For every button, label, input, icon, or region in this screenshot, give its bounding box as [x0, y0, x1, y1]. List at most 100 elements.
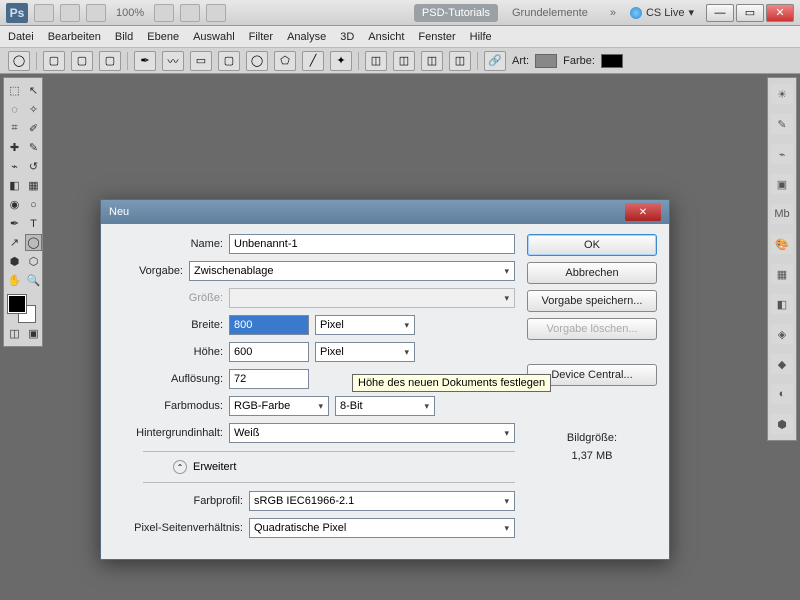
dodge-tool[interactable]: ○	[25, 196, 42, 213]
marquee-tool[interactable]: ⬚	[6, 82, 23, 99]
minimize-button[interactable]: —	[706, 4, 734, 22]
eraser-tool[interactable]: ◧	[6, 177, 23, 194]
channels-panel-icon[interactable]: ◆	[771, 354, 793, 374]
width-input[interactable]: 800	[229, 315, 309, 335]
clone-icon[interactable]: ⌁	[771, 144, 793, 164]
move-tool[interactable]: ↖	[25, 82, 42, 99]
color-swatches[interactable]	[6, 293, 40, 321]
style-link-icon[interactable]: 🔗	[484, 51, 506, 71]
view-extras-icon[interactable]	[86, 4, 106, 22]
3d-panel-icon[interactable]: ⬢	[771, 414, 793, 434]
par-dropdown[interactable]: Quadratische Pixel	[249, 518, 515, 538]
ellipse-icon[interactable]: ◯	[246, 51, 268, 71]
menu-ansicht[interactable]: Ansicht	[368, 31, 404, 43]
adjustments-icon[interactable]: ☀	[771, 84, 793, 104]
colormode-dropdown[interactable]: RGB-Farbe	[229, 396, 329, 416]
paths-icon[interactable]: ▢	[71, 51, 93, 71]
menu-hilfe[interactable]: Hilfe	[470, 31, 492, 43]
profile-dropdown[interactable]: sRGB IEC61966-2.1	[249, 491, 515, 511]
dialog-titlebar[interactable]: Neu ✕	[101, 200, 669, 224]
screenmode-icon[interactable]	[206, 4, 226, 22]
workspace-tab[interactable]: Grundelemente	[504, 4, 596, 22]
more-icon[interactable]: »	[602, 4, 624, 22]
zoom-level[interactable]: 100%	[112, 7, 148, 19]
styles-panel-icon[interactable]: ◧	[771, 294, 793, 314]
color-panel-icon[interactable]: 🎨	[771, 234, 793, 254]
crop-tool[interactable]: ⌗	[6, 120, 23, 137]
save-preset-button[interactable]: Vorgabe speichern...	[527, 290, 657, 312]
brush-tool[interactable]: ✎	[25, 139, 42, 156]
3d-tool[interactable]: ⬢	[6, 253, 23, 270]
right-dock: ☀ ✎ ⌁ ▣ Mb 🎨 ▦ ◧ ◈ ◆ ◐ ⬢	[767, 77, 797, 441]
shape-tool[interactable]: ◯	[25, 234, 42, 251]
type-tool[interactable]: T	[25, 215, 42, 232]
arrange-icon[interactable]	[180, 4, 200, 22]
bgcontent-dropdown[interactable]: Weiß	[229, 423, 515, 443]
combine2-icon[interactable]: ◫	[393, 51, 415, 71]
stamp-tool[interactable]: ⌁	[6, 158, 23, 175]
workspace-tab-active[interactable]: PSD-Tutorials	[414, 4, 498, 22]
height-input[interactable]: 600	[229, 342, 309, 362]
combine3-icon[interactable]: ◫	[421, 51, 443, 71]
swatches-panel-icon[interactable]: ▦	[771, 264, 793, 284]
ok-button[interactable]: OK	[527, 234, 657, 256]
combine4-icon[interactable]: ◫	[449, 51, 471, 71]
pen-tool[interactable]: ✒	[6, 215, 23, 232]
rect-icon[interactable]: ▭	[190, 51, 212, 71]
preset-dropdown[interactable]: Zwischenablage	[189, 261, 515, 281]
maximize-button[interactable]: ▭	[736, 4, 764, 22]
close-button[interactable]: ✕	[766, 4, 794, 22]
minibridge-icon[interactable]	[60, 4, 80, 22]
eyedropper-tool[interactable]: ✐	[25, 120, 42, 137]
gradient-tool[interactable]: ▦	[25, 177, 42, 194]
heal-tool[interactable]: ✚	[6, 139, 23, 156]
bridge-icon[interactable]	[34, 4, 54, 22]
menu-bearbeiten[interactable]: Bearbeiten	[48, 31, 101, 43]
bitdepth-dropdown[interactable]: 8-Bit	[335, 396, 435, 416]
shapelayer-icon[interactable]: ▢	[43, 51, 65, 71]
cancel-button[interactable]: Abbrechen	[527, 262, 657, 284]
menu-analyse[interactable]: Analyse	[287, 31, 326, 43]
style-swatch[interactable]	[535, 54, 557, 68]
pen-icon[interactable]: ✒	[134, 51, 156, 71]
minibridge-panel-icon[interactable]: Mb	[771, 204, 793, 224]
line-icon[interactable]: ╱	[302, 51, 324, 71]
masks-icon[interactable]: ▣	[771, 174, 793, 194]
screenmode-tool[interactable]: ▣	[25, 325, 42, 342]
wand-tool[interactable]: ✧	[25, 101, 42, 118]
roundrect-icon[interactable]: ▢	[218, 51, 240, 71]
fillpx-icon[interactable]: ▢	[99, 51, 121, 71]
shape-ellipse-icon[interactable]: ◯	[8, 51, 30, 71]
blur-tool[interactable]: ◉	[6, 196, 23, 213]
3dcam-tool[interactable]: ⬡	[25, 253, 42, 270]
menu-filter[interactable]: Filter	[249, 31, 273, 43]
zoom-tool[interactable]: 🔍	[25, 272, 42, 289]
hand-tool[interactable]: ✋	[6, 272, 23, 289]
height-unit-dropdown[interactable]: Pixel	[315, 342, 415, 362]
path-tool[interactable]: ↗	[6, 234, 23, 251]
lasso-tool[interactable]: ◌	[6, 101, 23, 118]
polygon-icon[interactable]: ⬠	[274, 51, 296, 71]
name-input[interactable]: Unbenannt-1	[229, 234, 515, 254]
menu-fenster[interactable]: Fenster	[418, 31, 455, 43]
width-unit-dropdown[interactable]: Pixel	[315, 315, 415, 335]
menu-datei[interactable]: Datei	[8, 31, 34, 43]
layers-panel-icon[interactable]: ◈	[771, 324, 793, 344]
resolution-input[interactable]: 72	[229, 369, 309, 389]
combine1-icon[interactable]: ◫	[365, 51, 387, 71]
advanced-toggle[interactable]: ⌃Erweitert	[173, 460, 515, 474]
paths-panel-icon[interactable]: ◐	[771, 384, 793, 404]
brushes-icon[interactable]: ✎	[771, 114, 793, 134]
hand-icon[interactable]	[154, 4, 174, 22]
freeform-icon[interactable]: 〰	[162, 51, 184, 71]
menu-auswahl[interactable]: Auswahl	[193, 31, 235, 43]
history-tool[interactable]: ↺	[25, 158, 42, 175]
color-swatch[interactable]	[601, 54, 623, 68]
cslive-button[interactable]: CS Live▾	[630, 6, 694, 19]
menu-bild[interactable]: Bild	[115, 31, 133, 43]
dialog-close-button[interactable]: ✕	[625, 203, 661, 221]
menu-ebene[interactable]: Ebene	[147, 31, 179, 43]
menu-3d[interactable]: 3D	[340, 31, 354, 43]
custom-icon[interactable]: ✦	[330, 51, 352, 71]
quickmask-icon[interactable]: ◫	[6, 325, 23, 342]
